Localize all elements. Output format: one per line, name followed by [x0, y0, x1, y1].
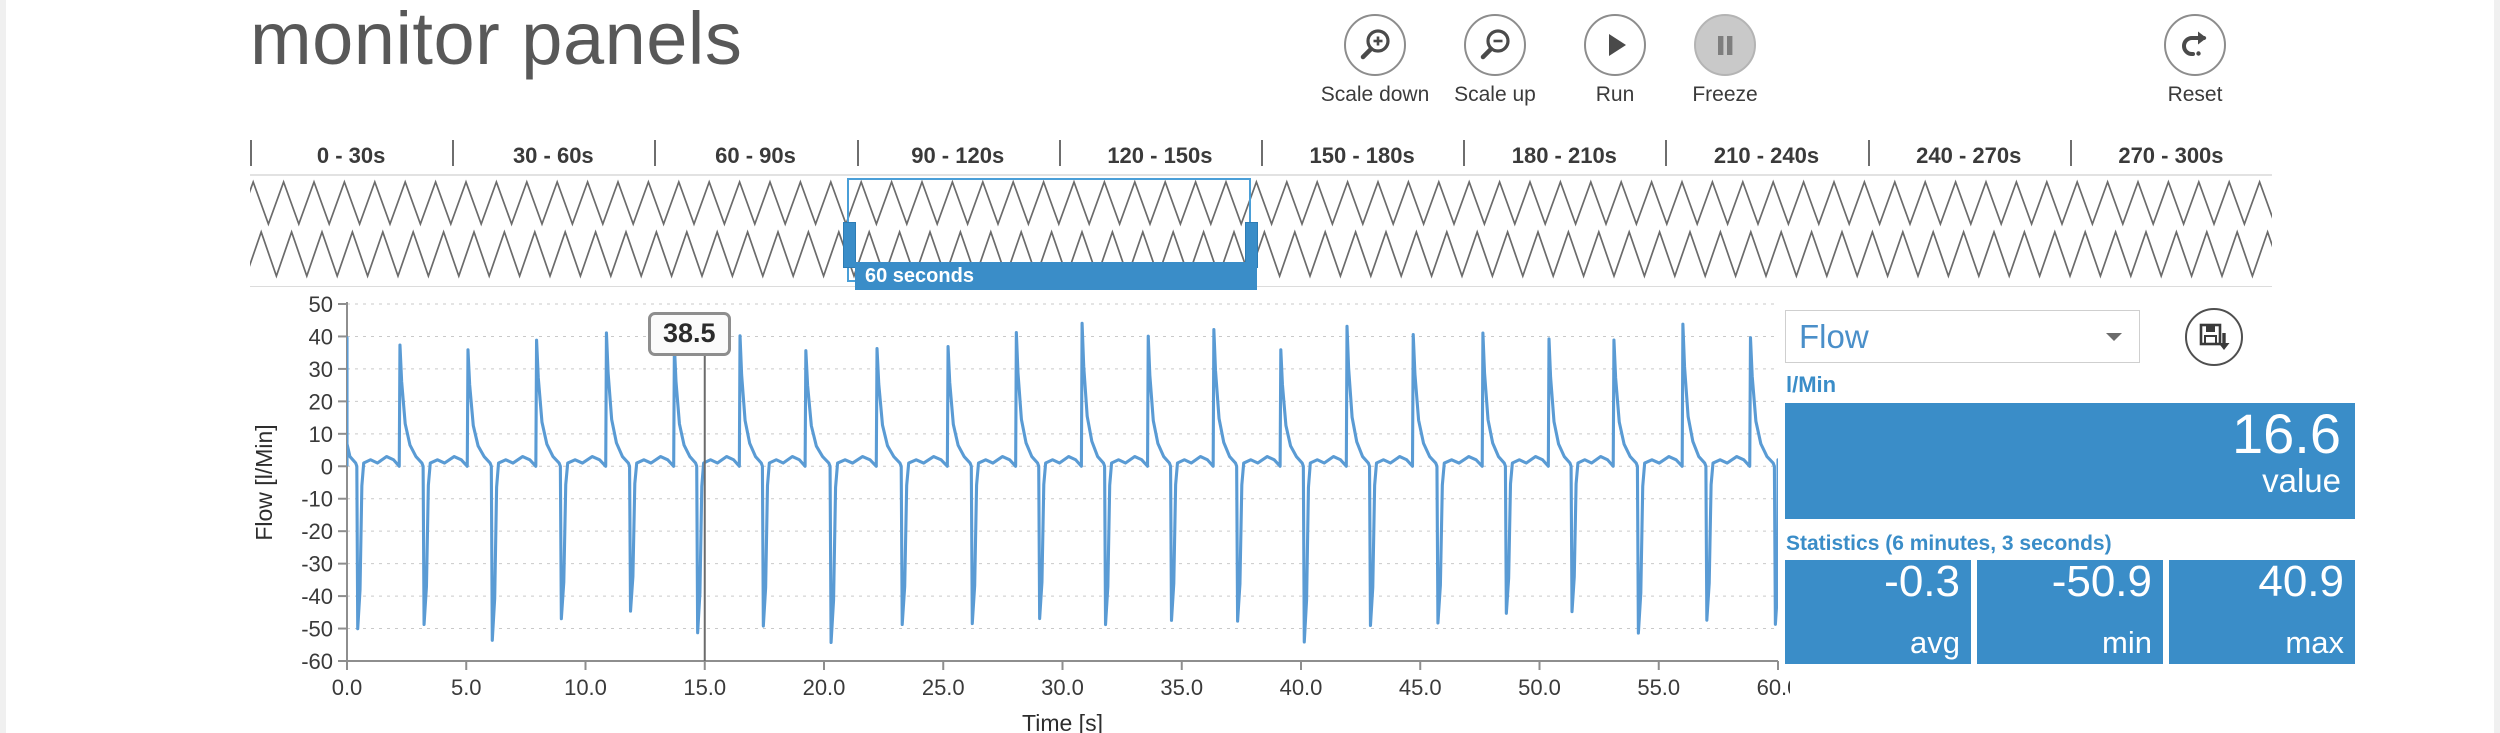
current-value-box: 16.6 value [1785, 403, 2355, 519]
range-segment[interactable]: 180 - 210s [1463, 138, 1665, 174]
scale-up-label: Scale up [1454, 83, 1536, 106]
signal-panel: Flow l/Min 16.6 value Statistics (6 minu… [1785, 308, 2485, 733]
svg-text:30.0: 30.0 [1041, 675, 1084, 700]
svg-text:55.0: 55.0 [1637, 675, 1680, 700]
svg-text:20: 20 [309, 389, 333, 414]
signal-select-value: Flow [1799, 317, 1869, 355]
stat-max-caption: max [2285, 624, 2344, 660]
current-value-caption: value [2262, 461, 2341, 499]
save-disk-icon [2199, 323, 2230, 350]
range-segment[interactable]: 60 - 90s [654, 138, 856, 174]
range-segment[interactable]: 150 - 180s [1261, 138, 1463, 174]
svg-text:30: 30 [309, 357, 333, 382]
overview-timeline[interactable] [250, 176, 2272, 287]
svg-text:45.0: 45.0 [1399, 675, 1442, 700]
signal-select[interactable]: Flow [1785, 310, 2140, 363]
svg-text:35.0: 35.0 [1160, 675, 1203, 700]
scale-up-button[interactable]: Scale up [1430, 14, 1560, 107]
svg-text:10: 10 [309, 422, 333, 447]
stat-min: -50.9 min [1977, 557, 2163, 664]
range-segment[interactable]: 270 - 300s [2069, 138, 2272, 174]
stat-min-caption: min [2102, 624, 2152, 660]
flow-chart[interactable]: 50 40 30 20 10 0 -10 -20 -30 -40 -50 -60 0.0 5.0 10.0 1… [250, 296, 1790, 733]
svg-text:10.0: 10.0 [564, 675, 607, 700]
unit-label: l/Min [1786, 372, 1837, 397]
reset-arrow-icon [2164, 14, 2226, 76]
svg-text:50.0: 50.0 [1518, 675, 1561, 700]
range-segment[interactable]: 0 - 30s [250, 138, 452, 174]
statistics-label: Statistics (6 minutes, 3 seconds) [1786, 532, 2112, 555]
svg-text:-10: -10 [301, 487, 333, 512]
svg-text:20.0: 20.0 [803, 675, 846, 700]
range-segment[interactable]: 90 - 120s [856, 138, 1059, 174]
range-segment[interactable]: 240 - 270s [1867, 138, 2070, 174]
chevron-down-icon [2106, 332, 2122, 341]
pause-icon [1694, 14, 1756, 76]
svg-text:40: 40 [309, 324, 333, 349]
svg-text:40.0: 40.0 [1280, 675, 1323, 700]
svg-text:50: 50 [309, 296, 333, 317]
statistics-row: -0.3 avg -50.9 min 40.9 max [1785, 557, 2355, 664]
tooltip-value: 38.5 [663, 318, 716, 348]
magnifier-minus-icon [1464, 14, 1526, 76]
selection-duration-bar[interactable]: 60 seconds [855, 262, 1257, 290]
svg-text:Time [s]: Time [s] [1022, 710, 1103, 733]
page-title: monitor panels [250, 0, 743, 80]
svg-text:Flow [l/Min]: Flow [l/Min] [251, 424, 277, 540]
freeze-label: Freeze [1692, 83, 1758, 106]
magnifier-plus-icon [1344, 14, 1406, 76]
svg-text:-60: -60 [301, 649, 333, 674]
stat-max-number: 40.9 [2258, 557, 2344, 606]
freeze-button[interactable]: Freeze [1660, 14, 1790, 107]
svg-text:-50: -50 [301, 617, 333, 642]
svg-text:-30: -30 [301, 552, 333, 577]
svg-text:0.0: 0.0 [332, 675, 363, 700]
overview-waveform [250, 179, 2272, 279]
flow-chart-canvas: 50 40 30 20 10 0 -10 -20 -30 -40 -50 -600.0 5.0 10.0 1… [251, 296, 1790, 733]
header-bar: monitor panels Scale down Scale up Run F… [0, 0, 2500, 132]
range-segment[interactable]: 30 - 60s [452, 138, 654, 174]
save-button[interactable] [2185, 308, 2243, 366]
scale-down-button[interactable]: Scale down [1310, 14, 1440, 107]
svg-text:0: 0 [321, 454, 333, 479]
stat-max: 40.9 max [2169, 557, 2355, 664]
reset-label: Reset [2167, 83, 2223, 106]
selection-duration-label: 60 seconds [865, 264, 974, 287]
stat-min-number: -50.9 [2051, 557, 2152, 606]
scale-down-label: Scale down [1320, 83, 1430, 106]
time-range-ruler[interactable]: 0 - 30s 30 - 60s 60 - 90s 90 - 120s 120 … [250, 138, 2272, 176]
stat-avg: -0.3 avg [1785, 557, 1971, 664]
reset-button[interactable]: Reset [2130, 14, 2260, 107]
current-value-number: 16.6 [2232, 402, 2341, 465]
play-icon [1584, 14, 1646, 76]
svg-text:-20: -20 [301, 519, 333, 544]
range-segment[interactable]: 210 - 240s [1665, 138, 1867, 174]
range-segment[interactable]: 120 - 150s [1058, 138, 1261, 174]
svg-text:5.0: 5.0 [451, 675, 482, 700]
svg-text:25.0: 25.0 [922, 675, 965, 700]
svg-text:-40: -40 [301, 584, 333, 609]
svg-text:15.0: 15.0 [683, 675, 726, 700]
stat-avg-caption: avg [1910, 624, 1960, 660]
stat-avg-number: -0.3 [1884, 557, 1960, 606]
chart-value-tooltip: 38.5 [648, 312, 731, 356]
